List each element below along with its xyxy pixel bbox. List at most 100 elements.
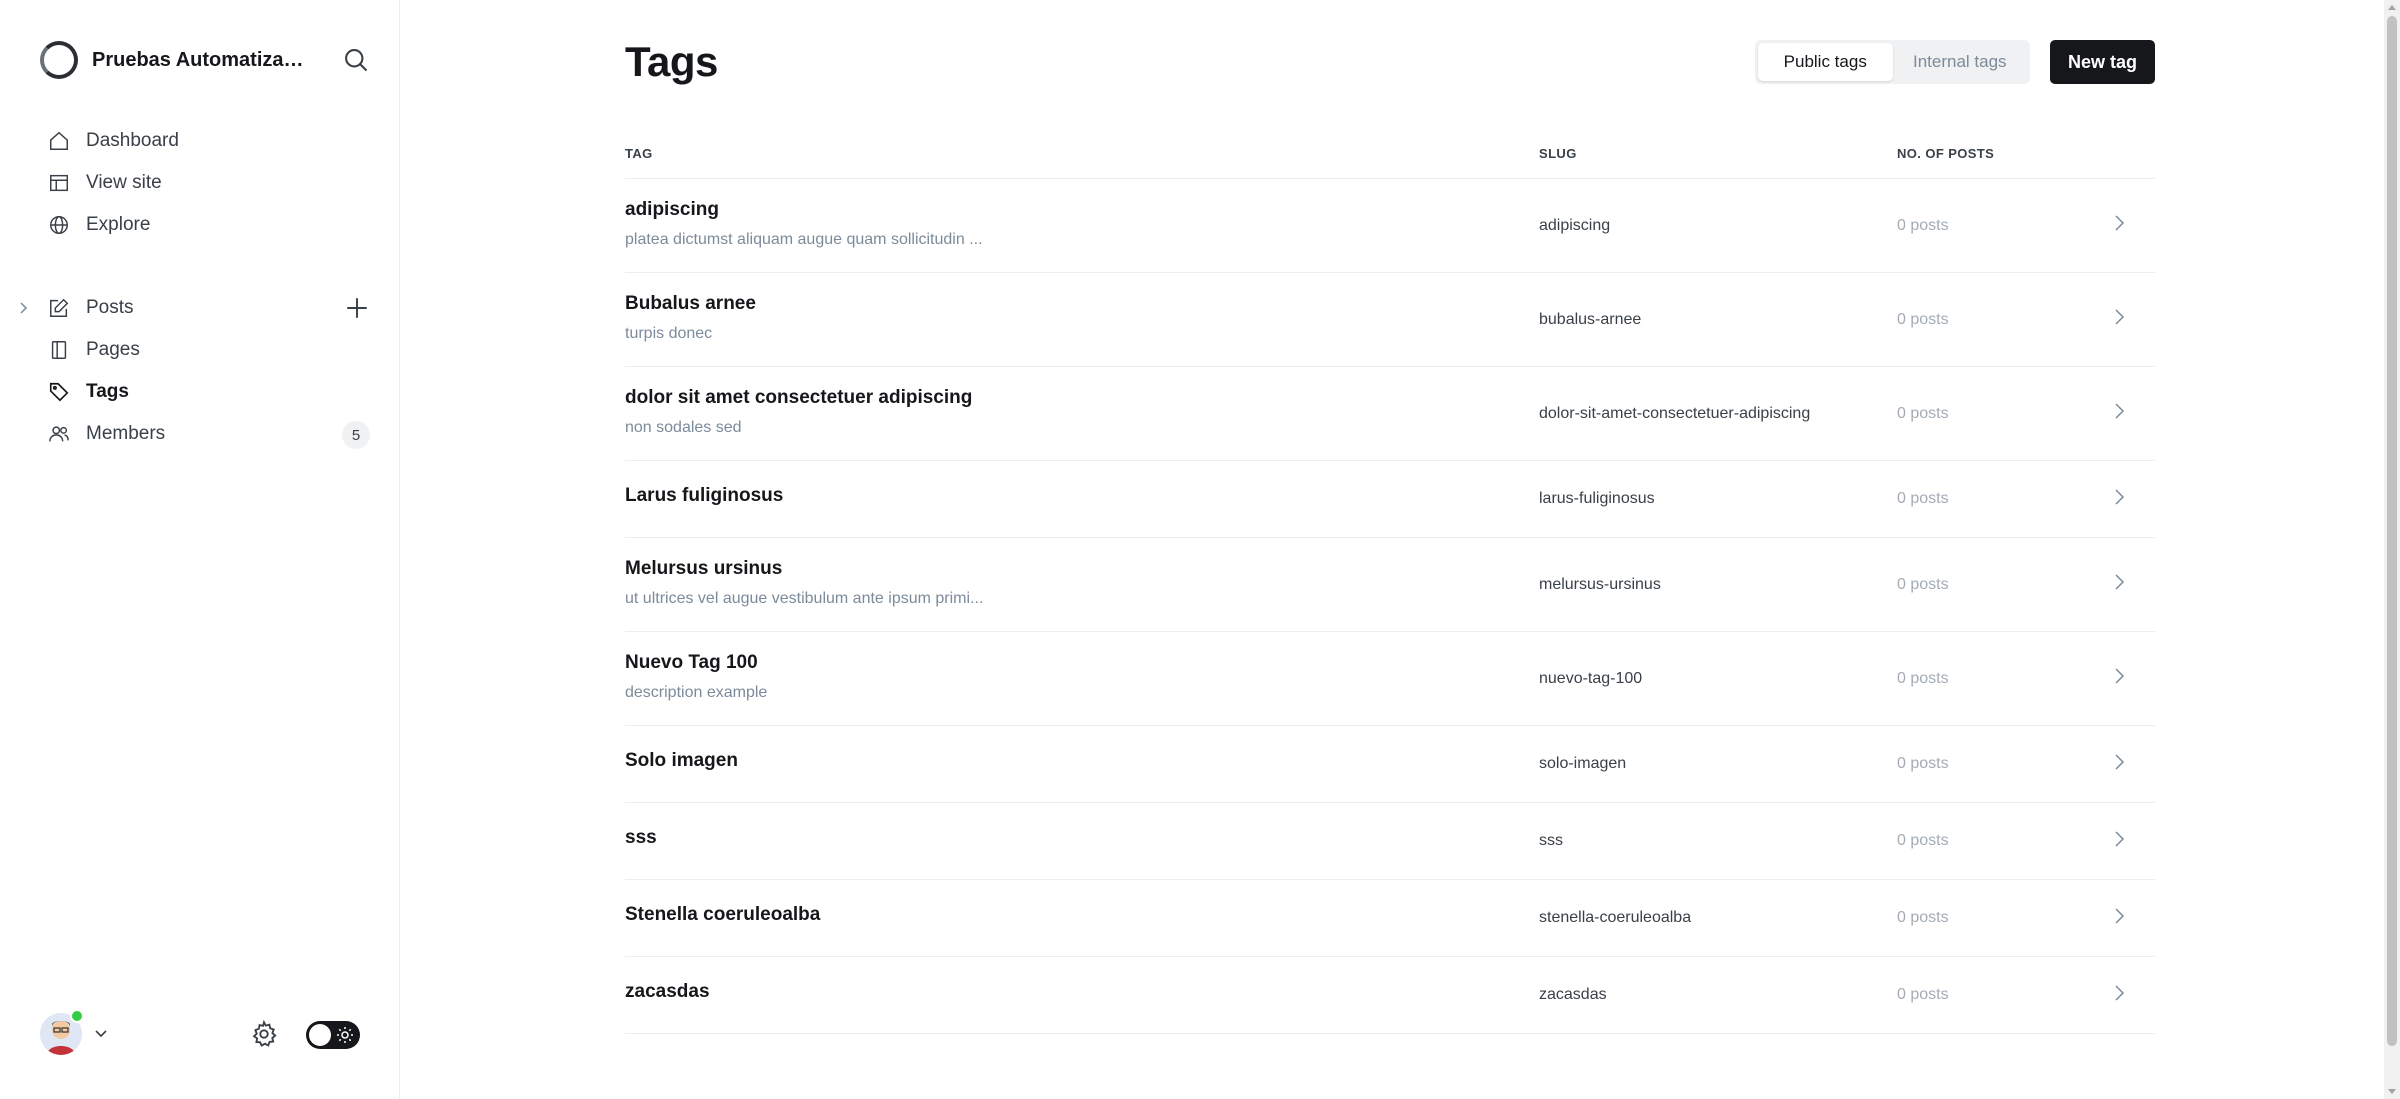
sidebar: Pruebas Automatizadas Dashboard View sit… (0, 0, 400, 1099)
chevron-right-icon[interactable] (2111, 904, 2127, 928)
nav-content: Posts Pages Tags Members 5 (20, 287, 370, 455)
tags-table: Tag Slug No. of posts adipiscing platea … (625, 142, 2155, 1034)
nav-item-dashboard[interactable]: Dashboard (30, 120, 370, 162)
nav-primary: Dashboard View site Explore (30, 120, 370, 246)
tag-description: turpis donec (625, 325, 713, 342)
tag-name[interactable]: Melursus ursinus (625, 558, 782, 580)
table-row[interactable]: Stenella coeruleoalba stenella-coeruleoa… (625, 880, 2155, 957)
nav-item-label: Posts (86, 297, 134, 318)
add-post-icon[interactable] (344, 295, 370, 321)
table-row[interactable]: Bubalus arnee turpis donec bubalus-arnee… (625, 273, 2155, 367)
tag-name[interactable]: Larus fuliginosus (625, 485, 783, 507)
table-header: Tag Slug No. of posts (625, 142, 2155, 179)
tag-icon (46, 379, 72, 405)
table-row[interactable]: zacasdas zacasdas 0 posts (625, 957, 2155, 1034)
tag-description: description example (625, 684, 768, 701)
vertical-scrollbar[interactable] (2384, 0, 2400, 1099)
home-icon (46, 128, 72, 154)
site-brand[interactable]: Pruebas Automatizadas (40, 40, 370, 80)
chevron-right-icon[interactable] (2111, 211, 2127, 235)
tag-post-count[interactable]: 0 posts (1897, 986, 1949, 1004)
tag-name[interactable]: Solo imagen (625, 750, 738, 772)
chevron-right-icon[interactable] (2111, 664, 2127, 688)
globe-icon (46, 212, 72, 238)
table-row[interactable]: Solo imagen solo-imagen 0 posts (625, 726, 2155, 803)
nav-item-members[interactable]: Members 5 (30, 413, 370, 455)
tag-post-count[interactable]: 0 posts (1897, 405, 1949, 423)
tag-post-count[interactable]: 0 posts (1897, 217, 1949, 235)
nav-item-label: Pages (86, 339, 140, 360)
chevron-right-icon[interactable] (2111, 981, 2127, 1005)
tag-type-filter: Public tags Internal tags (1755, 40, 2030, 84)
theme-toggle[interactable] (306, 1021, 360, 1049)
tag-slug: sss (1539, 832, 1563, 849)
toggle-knob (309, 1024, 331, 1046)
nav-item-label: Explore (86, 214, 151, 235)
nav-item-view-site[interactable]: View site (30, 162, 370, 204)
nav-item-posts[interactable]: Posts (20, 287, 370, 329)
public-tags-tab[interactable]: Public tags (1758, 43, 1893, 81)
tag-post-count[interactable]: 0 posts (1897, 576, 1949, 594)
tag-slug: nuevo-tag-100 (1539, 670, 1643, 687)
chevron-right-icon[interactable] (16, 299, 32, 317)
tag-name[interactable]: dolor sit amet consectetuer adipiscing (625, 387, 972, 409)
tag-name[interactable]: sss (625, 827, 657, 849)
chevron-right-icon[interactable] (2111, 570, 2127, 594)
tag-name[interactable]: Nuevo Tag 100 (625, 652, 758, 674)
chevron-right-icon[interactable] (2111, 485, 2127, 509)
settings-gear-icon[interactable] (250, 1020, 278, 1048)
chevron-down-icon[interactable] (92, 1025, 110, 1043)
tag-slug: solo-imagen (1539, 755, 1627, 772)
scroll-down-arrow-icon[interactable] (2388, 1089, 2396, 1094)
tag-name[interactable]: Bubalus arnee (625, 293, 756, 315)
tag-description: platea dictumst aliquam augue quam solli… (625, 231, 983, 248)
tag-slug: zacasdas (1539, 986, 1607, 1003)
tag-name[interactable]: adipiscing (625, 199, 719, 221)
members-icon (46, 421, 72, 447)
table-row[interactable]: Nuevo Tag 100 description example nuevo-… (625, 632, 2155, 726)
chevron-right-icon[interactable] (2111, 305, 2127, 329)
nav-item-label: Members (86, 423, 166, 444)
sidebar-footer (40, 1009, 360, 1059)
table-row[interactable]: sss sss 0 posts (625, 803, 2155, 880)
tag-name[interactable]: zacasdas (625, 981, 710, 1003)
table-row[interactable]: Melursus ursinus ut ultrices vel augue v… (625, 538, 2155, 632)
table-row[interactable]: adipiscing platea dictumst aliquam augue… (625, 179, 2155, 273)
tag-name[interactable]: Stenella coeruleoalba (625, 904, 820, 926)
nav-item-explore[interactable]: Explore (30, 204, 370, 246)
tag-slug: stenella-coeruleoalba (1539, 909, 1692, 926)
search-icon[interactable] (342, 46, 370, 74)
chevron-right-icon[interactable] (2111, 399, 2127, 423)
column-header-slug: Slug (1539, 146, 1577, 161)
nav-item-label: Tags (86, 381, 129, 402)
tag-post-count[interactable]: 0 posts (1897, 909, 1949, 927)
page-title: Tags (625, 38, 718, 85)
tag-slug: larus-fuliginosus (1539, 490, 1655, 507)
edit-icon (46, 295, 72, 321)
tag-post-count[interactable]: 0 posts (1897, 832, 1949, 850)
site-logo (40, 41, 78, 79)
nav-item-label: Dashboard (86, 130, 179, 151)
nav-item-tags[interactable]: Tags (30, 371, 370, 413)
online-status-dot (70, 1009, 84, 1023)
nav-item-pages[interactable]: Pages (30, 329, 370, 371)
tag-slug: melursus-ursinus (1539, 576, 1661, 593)
app: Pruebas Automatizadas Dashboard View sit… (0, 0, 2400, 1099)
internal-tags-tab[interactable]: Internal tags (1893, 43, 2028, 81)
table-row[interactable]: Larus fuliginosus larus-fuliginosus 0 po… (625, 461, 2155, 538)
chevron-right-icon[interactable] (2111, 750, 2127, 774)
new-tag-button[interactable]: New tag (2050, 40, 2155, 84)
page-icon (46, 337, 72, 363)
scrollbar-thumb[interactable] (2387, 16, 2397, 1046)
scroll-up-arrow-icon[interactable] (2388, 5, 2396, 10)
tag-post-count[interactable]: 0 posts (1897, 490, 1949, 508)
tag-slug: dolor-sit-amet-consectetuer-adipiscing (1539, 405, 1811, 422)
layout-icon (46, 170, 72, 196)
chevron-right-icon[interactable] (2111, 827, 2127, 851)
tag-post-count[interactable]: 0 posts (1897, 670, 1949, 688)
tag-post-count[interactable]: 0 posts (1897, 311, 1949, 329)
table-row[interactable]: dolor sit amet consectetuer adipiscing n… (625, 367, 2155, 461)
tag-slug: bubalus-arnee (1539, 311, 1642, 328)
site-title: Pruebas Automatizadas (92, 48, 312, 71)
tag-post-count[interactable]: 0 posts (1897, 755, 1949, 773)
